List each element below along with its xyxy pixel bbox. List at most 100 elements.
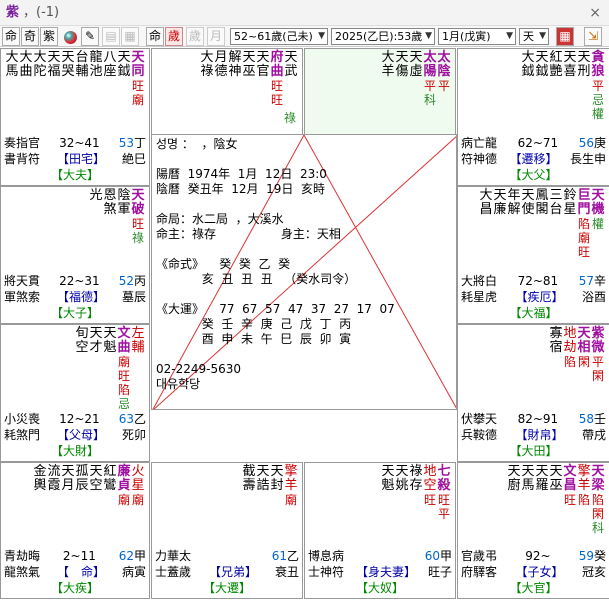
palace-info-row: 伏攀天 82~91 58壬 xyxy=(461,411,606,427)
star-char: 大 xyxy=(200,50,214,65)
palace-si[interactable]: 天同旺廟天鉞八座龍池台輔天哭天福大陀大曲大馬奏指官 32~41 53丁 書背符 【田宅】… xyxy=(0,48,150,186)
life-stage: 長生 xyxy=(569,152,594,166)
star-char: 孤 xyxy=(75,464,89,479)
star: 天廉 xyxy=(493,189,507,259)
star-char: 大 xyxy=(479,188,493,203)
edit-icon[interactable]: ✎ xyxy=(81,27,99,46)
star-status: 廟 xyxy=(577,231,590,245)
star-char: 七 xyxy=(437,464,451,479)
star-char: 神 xyxy=(228,64,242,79)
star: 文曲廟旺陷忌 xyxy=(117,327,131,412)
palace-xu[interactable]: 紫微平閑天相閑地劫陷寡宿伏攀天 82~91 58壬 兵鞍德 【財帛】 帶戌 【大田】 xyxy=(457,324,609,462)
star-char: 門 xyxy=(577,202,591,217)
taiji-icon[interactable] xyxy=(64,31,77,44)
palace-you[interactable]: 天機權巨門陷廟旺鈴星三台鳳閣天使年解天廉大昌大將白 72~81 57辛 耗星虎 【疾厄】… xyxy=(457,186,609,324)
star-char: 擎 xyxy=(577,464,591,479)
palace-yin[interactable]: 火星廟廉貞廟紅鸞天空孤辰天月流霞金輿青劫晦 2~11 62甲 龍煞氣【 命】 病寅 【大疾… xyxy=(0,462,150,599)
palace-name: 【財帛】 xyxy=(515,428,564,442)
star-list: 天武府曲旺旺天官天巫解神月德大祿 xyxy=(200,50,298,108)
palace-zi[interactable]: 七殺旺平地空旺祿存天姚天魁博息病 60甲 士神符 【身夫妻】 旺子 【大奴】 xyxy=(304,462,456,599)
heavenly-stem: 丁 xyxy=(133,136,146,150)
star-char: 金 xyxy=(33,464,47,479)
earthly-branch: 辰 xyxy=(133,290,146,304)
center-line: 命局：水二局 ，大溪水 xyxy=(156,212,284,226)
star-list: 火星廟廉貞廟紅鸞天空孤辰天月流霞金輿 xyxy=(33,464,145,508)
palace-chen[interactable]: 天破旺祿陰軍恩煞光將天貫 22~31 52丙 軍煞索 【福德】 墓辰 【大子】 xyxy=(0,186,150,324)
star-status: 權 xyxy=(591,217,604,231)
star-status: 廟 xyxy=(131,493,144,507)
hua-label: 祿 xyxy=(283,111,296,125)
palace-info: 病亡龍 62~71 56庚 符神德 【遷移】 長生申 【大父】 xyxy=(461,135,606,183)
palace-shen[interactable]: 貪狼平忌權天刑天喜紅艷天鉞大鉞病亡龍 62~71 56庚 符神德 【遷移】 長生申 【大父】 xyxy=(457,48,609,186)
star-list: 七殺旺平地空旺祿存天姚天魁 xyxy=(381,464,451,522)
life-chart-button[interactable]: 命 xyxy=(2,27,20,46)
star-char: 廉 xyxy=(493,202,507,217)
star: 廉貞廟 xyxy=(117,464,131,508)
qimen-button[interactable]: 奇 xyxy=(21,27,39,46)
age-range: 82~91 xyxy=(517,412,559,426)
star-char: 輿 xyxy=(33,478,47,493)
star: 天誥 xyxy=(256,465,270,507)
palace-info: 奏指官 32~41 53丁 書背符 【田宅】 絶巳 【大夫】 xyxy=(4,135,146,183)
star-char: 寡 xyxy=(549,326,563,341)
star-char: 天 xyxy=(521,188,535,203)
star-char: 池 xyxy=(89,64,103,79)
export-icon[interactable]: ⇲ xyxy=(584,27,602,46)
print-icon[interactable]: ▤ xyxy=(102,27,120,46)
star-char: 廉 xyxy=(117,464,131,479)
star-char: 天 xyxy=(61,464,75,479)
printer-icon[interactable]: ▦ xyxy=(121,27,139,46)
star-char: 天 xyxy=(535,50,549,65)
calendar-icon[interactable]: ▦ xyxy=(556,27,574,46)
palace-number: 61 xyxy=(271,549,287,563)
age-range: 62~71 xyxy=(517,136,559,150)
star-char: 官 xyxy=(256,64,270,79)
star: 陰軍 xyxy=(117,189,131,245)
star-char: 貞 xyxy=(117,478,131,493)
natal-button[interactable]: 命 xyxy=(146,27,164,46)
star-status: 科 xyxy=(591,521,604,535)
palace-number: 53 xyxy=(118,136,134,150)
spirit-stars: 將天貫 xyxy=(4,274,41,288)
year-select[interactable]: 2025(乙巳):53歲 ▼ xyxy=(331,28,435,45)
star-char: 天 xyxy=(395,50,409,65)
palace-hai[interactable]: 天梁陷閑科擎羊陷文昌旺天巫天羅天馬天廚官歲弔 92~ 59癸 府驛客 【子女】 冠亥 【大官… xyxy=(457,462,609,599)
decade-palace-label: 【大子】 xyxy=(50,306,99,320)
decade-button[interactable]: 歲 xyxy=(165,27,183,46)
star-status: 旺 xyxy=(437,493,450,507)
star: 七殺旺平 xyxy=(437,464,451,522)
ziwei-button[interactable]: 紫 xyxy=(40,27,58,46)
star-char: 福 xyxy=(47,64,61,79)
palace-chou[interactable]: 擎羊廟天封天誥截壽力華太 61乙 士蓋歲 【兄弟】 衰丑 【大遷】 xyxy=(151,462,303,599)
star: 天魁 xyxy=(103,327,117,411)
sky-select[interactable]: 天 ▼ xyxy=(519,28,549,45)
star-char: 曲 xyxy=(117,340,131,355)
star: 天梁陷閑科 xyxy=(591,465,605,536)
star-char: 艷 xyxy=(549,64,563,79)
year-button[interactable]: 歲 xyxy=(186,27,204,46)
palace-info: 伏攀天 82~91 58壬 兵鞍德 【財帛】 帶戌 【大田】 xyxy=(461,411,606,459)
decade-select[interactable]: 52~61歲(己未) ▼ xyxy=(230,28,328,45)
palace-info-row: 青劫晦 2~11 62甲 xyxy=(4,548,146,564)
earthly-branch: 丑 xyxy=(286,565,299,579)
star-char: 巫 xyxy=(549,478,563,493)
star-char: 天 xyxy=(493,188,507,203)
star-char: 曲 xyxy=(270,64,284,79)
star: 年解 xyxy=(507,189,521,259)
month-select[interactable]: 1月(戊寅) ▼ xyxy=(438,28,516,45)
star-char: 梁 xyxy=(591,478,605,493)
palace-mao[interactable]: 左輔文曲廟旺陷忌天魁天才旬空小災喪 12~21 63乙 耗煞門 【父母】 死卯 【大財】 xyxy=(0,324,150,462)
star-char: 鸞 xyxy=(103,478,117,493)
star-char: 紅 xyxy=(103,464,117,479)
close-icon[interactable]: × xyxy=(589,0,601,26)
star-char: 同 xyxy=(131,64,145,79)
star-status: 旺 xyxy=(423,493,436,507)
month-button[interactable]: 月 xyxy=(207,27,225,46)
age-range: 32~41 xyxy=(59,136,100,150)
star-char: 辰 xyxy=(75,478,89,493)
palace-number: 59 xyxy=(578,549,594,563)
palace-name: 【福德】 xyxy=(56,290,105,304)
palace-info-row: 小災喪 12~21 63乙 xyxy=(4,411,146,427)
star-char: 魁 xyxy=(381,478,395,493)
star-char: 三 xyxy=(549,188,563,203)
